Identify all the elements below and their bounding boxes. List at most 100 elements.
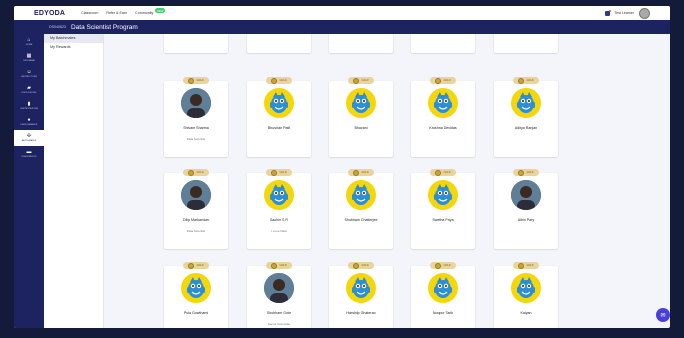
medal-icon xyxy=(188,169,195,176)
batchmate-card[interactable]: GOLD Shivam Sharma Data Scientist xyxy=(164,77,228,157)
gold-badge: GOLD xyxy=(513,262,539,269)
batchmates-submenu: My Batchmates My Rewards xyxy=(44,34,104,328)
gold-badge: GOLD xyxy=(183,262,209,269)
submenu-my-batchmates[interactable]: My Batchmates xyxy=(44,34,103,43)
batchmate-card[interactable]: GOLD Bhavani xyxy=(329,77,393,157)
user-name[interactable]: Test Learner xyxy=(615,11,634,15)
sidebar-item-home[interactable]: ⌂ HOME xyxy=(14,34,44,50)
home-icon: ⌂ xyxy=(27,37,31,43)
edyoda-logo[interactable]: EDYODA xyxy=(34,10,65,17)
badge-label: GOLD xyxy=(361,79,369,82)
chat-support-icon[interactable]: ✉ xyxy=(656,308,670,322)
nav-refer-earn[interactable]: Refer & Earn xyxy=(106,11,127,15)
sidebar-item-label: CERTIFICATIONS xyxy=(19,108,39,110)
sidebar-item-performance[interactable]: ● PERFORMANCE xyxy=(14,114,44,130)
building-icon: ▦ xyxy=(26,53,32,59)
notification-bell-icon[interactable] xyxy=(604,9,611,16)
medal-icon xyxy=(435,169,442,176)
batchmate-card-partial[interactable] xyxy=(411,34,475,53)
batchmate-card-partial[interactable] xyxy=(164,34,228,53)
sidebar-item-batchmates[interactable]: ✣ BATCHMATES xyxy=(14,130,44,146)
icon-sidebar: ⌂ HOME ▦ PROGRAM ☺ INSTRUCTORS ▰ DISCUSSIONS ▮ CE… xyxy=(14,34,44,328)
mascot-avatar xyxy=(181,273,211,303)
batchmate-card[interactable]: GOLD Pula Gowthami xyxy=(164,262,228,328)
batchmate-name: Swetha Priya xyxy=(432,218,454,222)
gold-badge: GOLD xyxy=(183,169,209,176)
mascot-avatar xyxy=(428,180,458,210)
batchmate-headline: Data Scientist xyxy=(186,229,206,233)
sidebar-item-certifications[interactable]: ▮ CERTIFICATIONS xyxy=(14,98,44,114)
nav-links: Classroom Refer & Earn Community NEW xyxy=(81,8,166,15)
badge-label: GOLD xyxy=(526,79,534,82)
badge-label: GOLD xyxy=(443,264,451,267)
batchmate-card[interactable]: GOLD Noopur Tarik xyxy=(411,262,475,328)
batchmate-card[interactable]: GOLD Sachin S R I Love Data xyxy=(247,169,311,249)
batchmate-card[interactable]: GOLD Dilip Markandan Data Scientist xyxy=(164,169,228,249)
batchmate-card[interactable]: GOLD Shubham Gote Senior Associate xyxy=(247,262,311,328)
gold-badge: GOLD xyxy=(430,77,456,84)
profile-photo xyxy=(181,88,211,118)
app-window: EDYODA Classroom Refer & Earn Community … xyxy=(14,6,670,328)
medal-icon xyxy=(353,262,360,269)
batchmate-card[interactable]: GOLD Aditya Ranjan xyxy=(494,77,558,157)
batchmate-card[interactable]: GOLD Bhushan Patil xyxy=(247,77,311,157)
nav-community[interactable]: Community NEW xyxy=(135,8,166,15)
sidebar-item-label: DISCUSSIONS xyxy=(21,92,37,94)
batchmate-card-partial[interactable] xyxy=(494,34,558,53)
gold-badge: GOLD xyxy=(348,262,374,269)
nav-community-label: Community xyxy=(135,11,154,15)
batchmate-name: Dilip Markandan xyxy=(183,218,209,222)
sidebar-item-placements[interactable]: ▬ PLACEMENTS xyxy=(14,146,44,162)
briefcase-icon: ▬ xyxy=(26,149,32,155)
medal-icon xyxy=(518,262,525,269)
group-icon: ✣ xyxy=(26,133,32,139)
medal-icon xyxy=(518,77,525,84)
mascot-avatar xyxy=(428,273,458,303)
sidebar-item-instructors[interactable]: ☺ INSTRUCTORS xyxy=(14,66,44,82)
mascot-avatar xyxy=(346,180,376,210)
new-badge: NEW xyxy=(154,8,166,13)
sidebar-item-discussions[interactable]: ▰ DISCUSSIONS xyxy=(14,82,44,98)
badge-label: GOLD xyxy=(361,264,369,267)
sidebar-item-label: PROGRAM xyxy=(23,60,35,62)
badge-label: GOLD xyxy=(526,264,534,267)
medal-icon xyxy=(435,262,442,269)
badge-label: GOLD xyxy=(196,79,204,82)
badge-label: GOLD xyxy=(361,171,369,174)
batchmate-card-partial[interactable] xyxy=(329,34,393,53)
gold-badge: GOLD xyxy=(183,77,209,84)
batchmate-card[interactable]: GOLD Albin Pary xyxy=(494,169,558,249)
batchmate-card-partial[interactable] xyxy=(247,34,311,53)
mascot-avatar xyxy=(511,273,541,303)
gold-badge: GOLD xyxy=(266,169,292,176)
gold-badge: GOLD xyxy=(513,77,539,84)
batchmate-card[interactable]: GOLD Swetha Priya xyxy=(411,169,475,249)
mascot-avatar xyxy=(264,88,294,118)
batchmate-name: Noopur Tarik xyxy=(432,311,454,315)
gold-badge: GOLD xyxy=(348,77,374,84)
batchmate-card[interactable]: GOLD Krushna Devidas xyxy=(411,77,475,157)
medal-icon xyxy=(435,77,442,84)
gold-badge: GOLD xyxy=(430,262,456,269)
chat-icon: ▰ xyxy=(27,85,31,91)
sidebar-item-label: PLACEMENTS xyxy=(21,156,37,158)
sidebar-item-program[interactable]: ▦ PROGRAM xyxy=(14,50,44,66)
badge-label: GOLD xyxy=(279,79,287,82)
batchmate-card[interactable]: GOLD Harshilp Ghaterao xyxy=(329,262,393,328)
submenu-my-rewards[interactable]: My Rewards xyxy=(44,43,103,52)
top-nav: EDYODA Classroom Refer & Earn Community … xyxy=(14,6,670,21)
batchmate-card[interactable]: GOLD Kalyan xyxy=(494,262,558,328)
gold-badge: GOLD xyxy=(348,169,374,176)
batchmate-name: Shubham Gote xyxy=(266,311,292,315)
batchmate-name: Kalyan xyxy=(520,311,532,315)
batchmate-headline: Data Scientist xyxy=(186,137,206,141)
batchmate-card[interactable]: GOLD Shubham Chatterjee xyxy=(329,169,393,249)
user-avatar[interactable] xyxy=(639,7,650,19)
batchmate-headline: I Love Data xyxy=(271,229,287,233)
batchmate-name: Aditya Ranjan xyxy=(514,126,538,130)
mascot-avatar xyxy=(346,88,376,118)
program-code: DS040623 xyxy=(49,25,66,29)
badge-label: GOLD xyxy=(196,264,204,267)
medal-icon xyxy=(271,262,278,269)
nav-classroom[interactable]: Classroom xyxy=(81,11,98,15)
